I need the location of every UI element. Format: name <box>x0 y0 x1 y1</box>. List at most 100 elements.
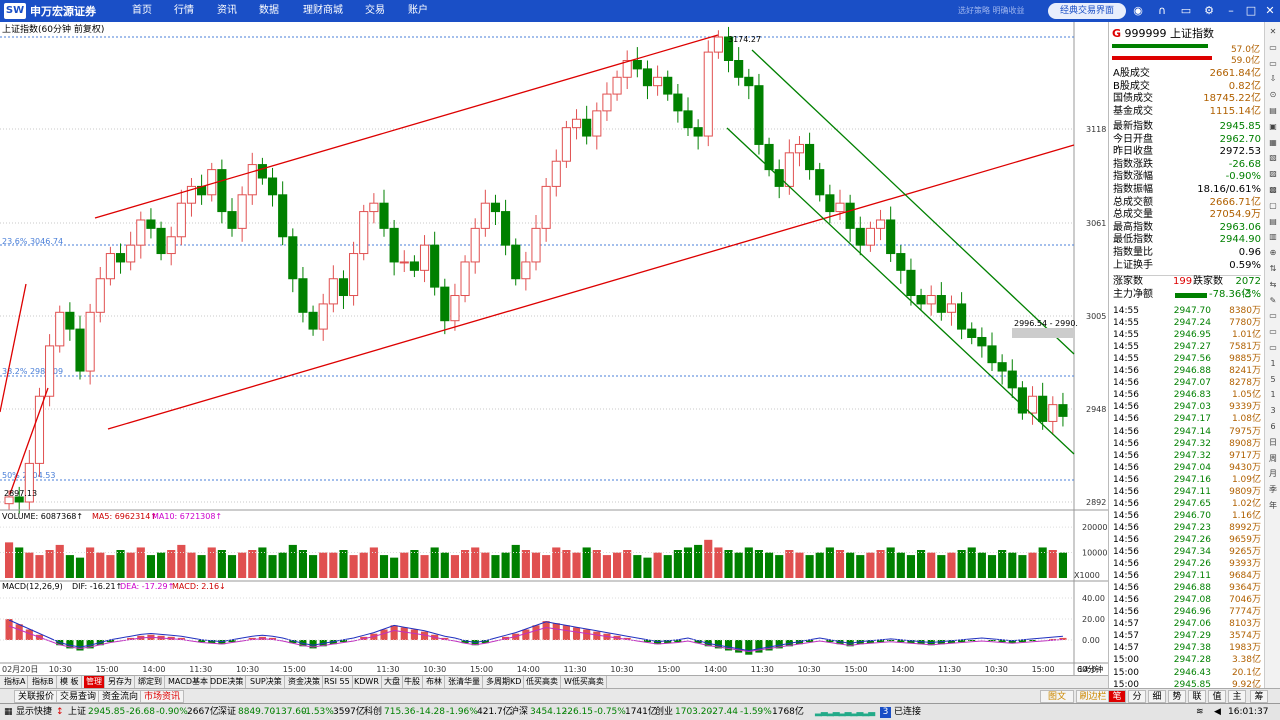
list-icon[interactable]: ▤ <box>1267 105 1279 117</box>
index-stat-row: 最低指数 2944.90 <box>1113 234 1261 246</box>
tick-row: 14:56 2946.88 9364万 <box>1113 583 1261 594</box>
right-tab[interactable]: 分 <box>1128 690 1146 703</box>
lower-tab[interactable]: 资金流向 <box>98 690 143 703</box>
period-15-icon[interactable]: 1 <box>1267 389 1279 401</box>
candle-body <box>156 227 166 255</box>
classic-trade-button[interactable]: 经典交易界面 <box>1048 3 1126 19</box>
indicator-tab[interactable]: 管理 <box>84 676 105 688</box>
tick-row: 14:56 2946.70 1.16亿 <box>1113 510 1261 521</box>
indicator-tab[interactable]: MACD基本 <box>166 676 211 688</box>
right-tab[interactable]: 刷边栏 <box>1076 690 1110 703</box>
right-tab[interactable]: 主 <box>1228 690 1246 703</box>
zoom-icon[interactable]: ⊕ <box>1267 247 1279 259</box>
indicator-tab[interactable]: 另存为 <box>106 676 135 688</box>
close-panel-icon[interactable]: ✕ <box>1267 26 1279 38</box>
indicator-tab[interactable]: 牛股 <box>402 676 423 688</box>
period-week-icon[interactable]: 周 <box>1267 453 1279 465</box>
right-tab[interactable]: 筹 <box>1250 690 1268 703</box>
download-icon[interactable]: ⇩ <box>1267 73 1279 85</box>
indicator-tab[interactable]: DDE决策 <box>208 676 247 688</box>
period-year-icon[interactable]: 年 <box>1267 500 1279 512</box>
right-tab[interactable]: 值 <box>1208 690 1226 703</box>
right-tab[interactable]: 笔 <box>1108 690 1126 703</box>
indicator-tab[interactable]: 布林 <box>424 676 445 688</box>
right-tab[interactable]: 细 <box>1148 690 1166 703</box>
minimize-icon[interactable]: – <box>1224 4 1238 18</box>
window3-icon[interactable]: ▭ <box>1267 310 1279 322</box>
period-label[interactable]: 60分钟 <box>1077 664 1103 674</box>
period-quarter-icon[interactable]: 季 <box>1267 484 1279 496</box>
lower-tab[interactable]: 关联报价 <box>14 690 59 703</box>
indicator-tab[interactable]: 绑定到 <box>136 676 165 688</box>
user-center-icon[interactable]: ◉ <box>1131 4 1145 18</box>
headset-icon[interactable]: ∩ <box>1155 4 1169 18</box>
volume-bar <box>339 550 348 578</box>
right-tab[interactable]: 图文F10 <box>1040 690 1074 715</box>
lower-tab[interactable]: 市场资讯 <box>140 690 185 703</box>
indicator-tab[interactable]: 多周期KD <box>484 676 525 688</box>
indicator-tab[interactable]: RSI 55 <box>322 676 353 688</box>
swap-icon[interactable]: ⇆ <box>1267 279 1279 291</box>
period-month-icon[interactable]: 月 <box>1267 468 1279 480</box>
period-30-icon[interactable]: 3 <box>1267 405 1279 417</box>
candle-body <box>45 345 55 397</box>
x-axis-label: 11:30 <box>751 665 774 674</box>
table-icon[interactable]: ▦ <box>1267 137 1279 149</box>
logo-mark-icon: SW <box>4 3 26 19</box>
nav-account[interactable]: 账户 <box>408 0 428 22</box>
breadth-row: 涨家数 199 跌家数 2072 <box>1113 275 1261 287</box>
period-60-icon[interactable]: 6 <box>1267 421 1279 433</box>
list3-icon[interactable]: ▥ <box>1267 231 1279 243</box>
tick-row: 14:56 2946.96 7774万 <box>1113 607 1261 618</box>
indicator-tab[interactable]: 大盘 <box>382 676 403 688</box>
grid-icon[interactable]: ▣ <box>1267 121 1279 133</box>
nav-trade[interactable]: 交易 <box>365 0 385 22</box>
close-icon[interactable]: ✕ <box>1263 4 1277 18</box>
pen-icon[interactable]: ✎ <box>1267 295 1279 307</box>
period-5-icon[interactable]: 5 <box>1267 374 1279 386</box>
indicator-tab[interactable]: 指标B <box>30 676 57 688</box>
window-icon[interactable]: ▭ <box>1267 42 1279 54</box>
quick-label[interactable]: 显示快捷 <box>16 704 52 720</box>
candle-body <box>237 194 247 229</box>
candle-body <box>440 286 450 322</box>
right-tab[interactable]: 势 <box>1168 690 1186 703</box>
window4-icon[interactable]: ▭ <box>1267 326 1279 338</box>
maximize-icon[interactable]: □ <box>1244 4 1258 18</box>
sort-icon[interactable]: ⇅ <box>1267 263 1279 275</box>
indicator-tab[interactable]: KDWR <box>352 676 382 688</box>
period-day-icon[interactable]: 日 <box>1267 437 1279 449</box>
settings-icon[interactable]: ⚙ <box>1202 4 1216 18</box>
indicator-tab[interactable]: 低买高卖 <box>524 676 561 688</box>
indicator-tab[interactable]: 模 板 <box>58 676 82 688</box>
right-tab[interactable]: 联 <box>1188 690 1206 703</box>
chart-area[interactable]: 上证指数(60分钟 前复权) 3118 3061 3005 2948 2892 23.6… <box>0 22 1108 675</box>
message-icon[interactable]: ▭ <box>1179 4 1193 18</box>
nav-news[interactable]: 资讯 <box>217 0 237 22</box>
chart3-icon[interactable]: ▩ <box>1267 184 1279 196</box>
volume-bar <box>258 547 267 578</box>
box-icon[interactable]: ▢ <box>1267 200 1279 212</box>
period-1-icon[interactable]: 1 <box>1267 358 1279 370</box>
list2-icon[interactable]: ▤ <box>1267 216 1279 228</box>
indicator-tab[interactable]: 资金决策 <box>286 676 323 688</box>
window5-icon[interactable]: ▭ <box>1267 342 1279 354</box>
lower-tab[interactable]: 交易查询 <box>56 690 101 703</box>
target-icon[interactable]: ⊙ <box>1267 89 1279 101</box>
volume-bar <box>400 552 409 578</box>
sound-icon[interactable]: ◀ <box>1214 704 1221 720</box>
nav-home[interactable]: 首页 <box>132 0 152 22</box>
window2-icon[interactable]: ▭ <box>1267 58 1279 70</box>
nav-market[interactable]: 行情 <box>174 0 194 22</box>
volume-bar <box>815 552 824 578</box>
nav-wealth-mall[interactable]: 理财商城 <box>303 0 343 22</box>
indicator-tab[interactable]: 指标A <box>2 676 29 688</box>
indicator-tab[interactable]: SUP决策 <box>248 676 285 688</box>
nav-data[interactable]: 数据 <box>259 0 279 22</box>
quick-menu-icon[interactable]: ▦ <box>4 704 13 720</box>
indicator-tab[interactable]: W低买高卖 <box>562 676 607 688</box>
chart-icon[interactable]: ▧ <box>1267 152 1279 164</box>
indicator-tab[interactable]: 张清华量 <box>446 676 483 688</box>
x-axis-label: 15:00 <box>1032 665 1055 674</box>
chart2-icon[interactable]: ▨ <box>1267 168 1279 180</box>
